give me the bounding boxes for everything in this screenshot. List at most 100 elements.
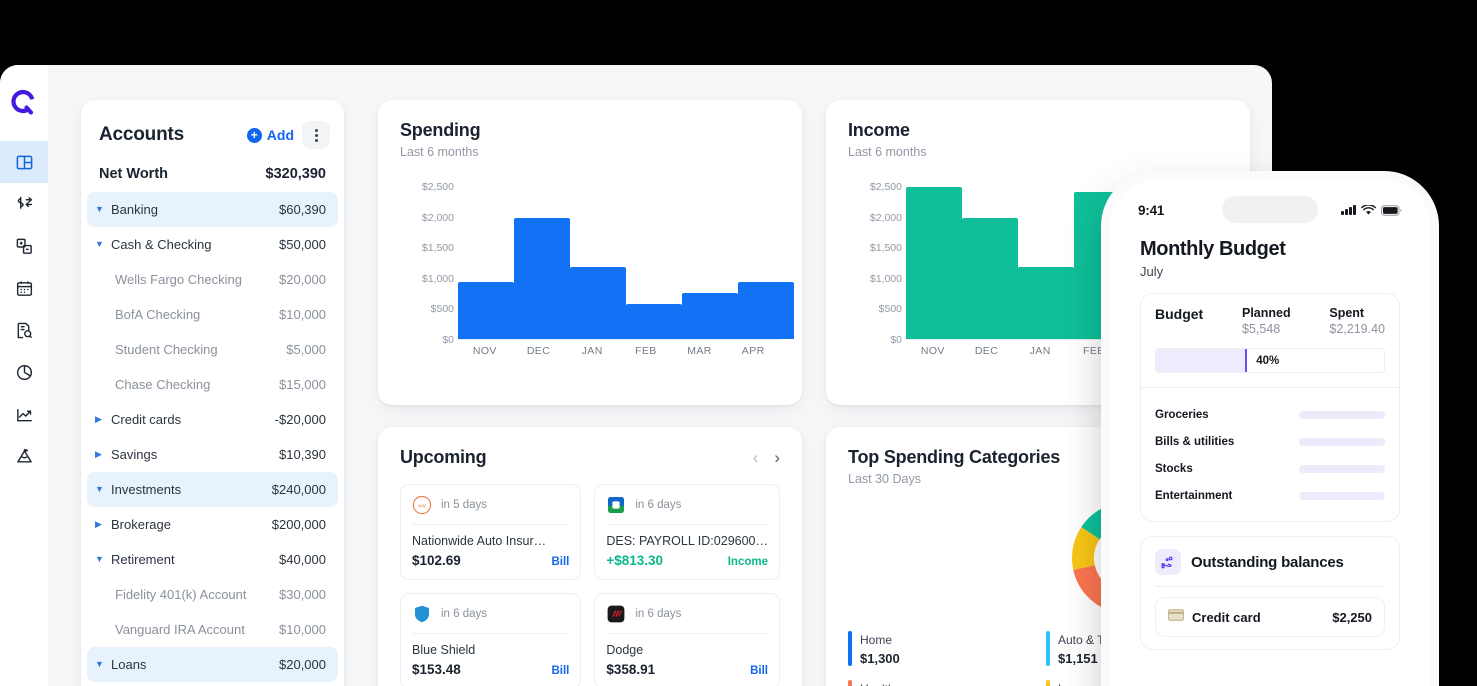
account-row[interactable]: Savings $10,390 [87, 437, 338, 472]
upcoming-item[interactable]: in 6 days DES: PAYROLL ID:029600… +$813.30… [594, 484, 780, 580]
donut-segment[interactable] [1073, 564, 1117, 610]
sidebar-item-reports[interactable] [0, 309, 48, 351]
net-worth-label: Net Worth [99, 166, 169, 182]
upcoming-item[interactable]: in 6 days Dodge $358.91 Bill [594, 593, 780, 686]
bar[interactable] [626, 304, 682, 339]
sidebar-item-accounts[interactable] [0, 225, 48, 267]
battery-icon [1381, 204, 1402, 216]
chevron-down-icon[interactable] [95, 660, 105, 669]
account-row[interactable]: Wells Fargo Checking $20,000 [87, 262, 338, 297]
bar-slot[interactable] [570, 175, 626, 339]
bar-slot[interactable] [626, 175, 682, 339]
bar[interactable] [738, 281, 794, 339]
bar-slot[interactable] [682, 175, 738, 339]
chevron-down-icon[interactable] [95, 240, 105, 249]
bar-slot[interactable] [458, 175, 514, 339]
bar[interactable] [962, 217, 1018, 339]
sidebar-item-planning[interactable] [0, 435, 48, 477]
bar[interactable] [570, 266, 626, 339]
account-row[interactable]: Credit cards -$20,000 [87, 402, 338, 437]
signal-bars-icon [1341, 205, 1356, 215]
bar-slot[interactable] [738, 175, 794, 339]
accounts-list: Banking $60,390 Cash & Checking $50,000 Well… [81, 192, 344, 682]
y-tick-label: $2,000 [869, 211, 902, 224]
account-row[interactable]: Brokerage $200,000 [87, 507, 338, 542]
chevron-down-icon[interactable] [95, 485, 105, 494]
bar-slot[interactable] [514, 175, 570, 339]
credit-card-icon [1168, 608, 1184, 626]
bar[interactable] [906, 186, 962, 339]
account-row[interactable]: Fidelity 401(k) Account $30,000 [87, 577, 338, 612]
account-name: Wells Fargo Checking [115, 272, 242, 287]
sidebar-item-investing[interactable] [0, 393, 48, 435]
spending-title: Spending [400, 120, 481, 140]
y-tick-label: $500 [430, 303, 454, 316]
bar-slot[interactable] [906, 175, 962, 339]
sidebar-item-dashboard[interactable] [0, 141, 48, 183]
sidebar-item-calendar[interactable] [0, 267, 48, 309]
add-account-button[interactable]: + Add [246, 127, 294, 143]
account-row[interactable]: Chase Checking $15,000 [87, 367, 338, 402]
account-row[interactable]: Loans $20,000 [87, 647, 338, 682]
chevron-right-icon[interactable] [95, 450, 105, 459]
quicken-logo[interactable] [0, 65, 48, 141]
account-name: Fidelity 401(k) Account [115, 587, 247, 602]
account-row[interactable]: Retirement $40,000 [87, 542, 338, 577]
chevron-down-icon[interactable] [95, 555, 105, 564]
account-name: Banking [111, 202, 158, 217]
sidebar-item-transactions[interactable] [0, 183, 48, 225]
accounts-header: Accounts + Add [81, 118, 344, 152]
budget-progress-percent: 40% [1256, 354, 1280, 367]
budget-label: Budget [1155, 306, 1204, 322]
account-balance: $240,000 [271, 482, 326, 497]
budget-category-name: Entertainment [1155, 489, 1233, 502]
sidebar-item-budget[interactable] [0, 351, 48, 393]
outstanding-name: Credit card [1192, 609, 1261, 625]
chevron-right-icon[interactable] [95, 520, 105, 529]
account-balance: $10,000 [279, 622, 326, 637]
status-time: 9:41 [1138, 202, 1165, 218]
legend-color-swatch [848, 631, 852, 666]
budget-category-row[interactable]: Stocks [1155, 455, 1385, 482]
bar[interactable] [682, 292, 738, 339]
account-name: Student Checking [115, 342, 218, 357]
bar[interactable] [458, 281, 514, 339]
more-options-button[interactable] [302, 121, 330, 149]
spending-bars [458, 175, 794, 340]
outstanding-item[interactable]: Credit card $2,250 [1155, 597, 1385, 637]
budget-spent: Spent $2,219.40 [1329, 306, 1385, 336]
budget-category-row[interactable]: Groceries [1155, 401, 1385, 428]
y-tick-label: $2,500 [421, 181, 454, 194]
x-tick-label: NOV [472, 345, 497, 357]
budget-category-row[interactable]: Bills & utilities [1155, 428, 1385, 455]
bar-slot[interactable] [962, 175, 1018, 339]
chevron-down-icon[interactable] [95, 205, 105, 214]
legend-item[interactable]: Home $1,300 [848, 631, 1030, 666]
account-balance: $200,000 [271, 517, 326, 532]
legend-item[interactable]: Health [848, 680, 1030, 686]
bar-slot[interactable] [1018, 175, 1074, 339]
budget-category-row[interactable]: Entertainment [1155, 482, 1385, 509]
x-tick-label: JAN [581, 345, 603, 357]
account-row[interactable]: Banking $60,390 [87, 192, 338, 227]
account-row[interactable]: Investments $240,000 [87, 472, 338, 507]
upcoming-prev-button[interactable]: ‹ [753, 449, 759, 466]
main-content: Accounts + Add Net Worth $320,390 ▼ Bank… [48, 65, 1272, 686]
bar[interactable] [1018, 266, 1074, 339]
account-row[interactable]: Student Checking $5,000 [87, 332, 338, 367]
account-row[interactable]: BofA Checking $10,000 [87, 297, 338, 332]
outstanding-balances-title: Outstanding balances [1191, 553, 1344, 571]
chevron-right-icon[interactable] [95, 415, 105, 424]
upcoming-item[interactable]: NW in 5 days Nationwide Auto Insur… $102.69… [400, 484, 582, 580]
bar[interactable] [514, 218, 570, 339]
net-worth-row: Net Worth $320,390 [81, 152, 344, 192]
account-row[interactable]: Cash & Checking $50,000 [87, 227, 338, 262]
y-tick-label: $0 [442, 334, 454, 346]
upcoming-title: Upcoming [400, 447, 487, 467]
y-tick-label: $2,000 [421, 211, 454, 224]
upcoming-item[interactable]: in 6 days Blue Shield $153.48 Bill [400, 593, 582, 686]
account-row[interactable]: Vanguard IRA Account $10,000 [87, 612, 338, 647]
upcoming-next-button[interactable]: › [774, 449, 780, 466]
budget-category-list: Groceries Bills & utilities Stocks Entertai… [1141, 387, 1399, 521]
donut-segment[interactable] [1072, 526, 1100, 570]
